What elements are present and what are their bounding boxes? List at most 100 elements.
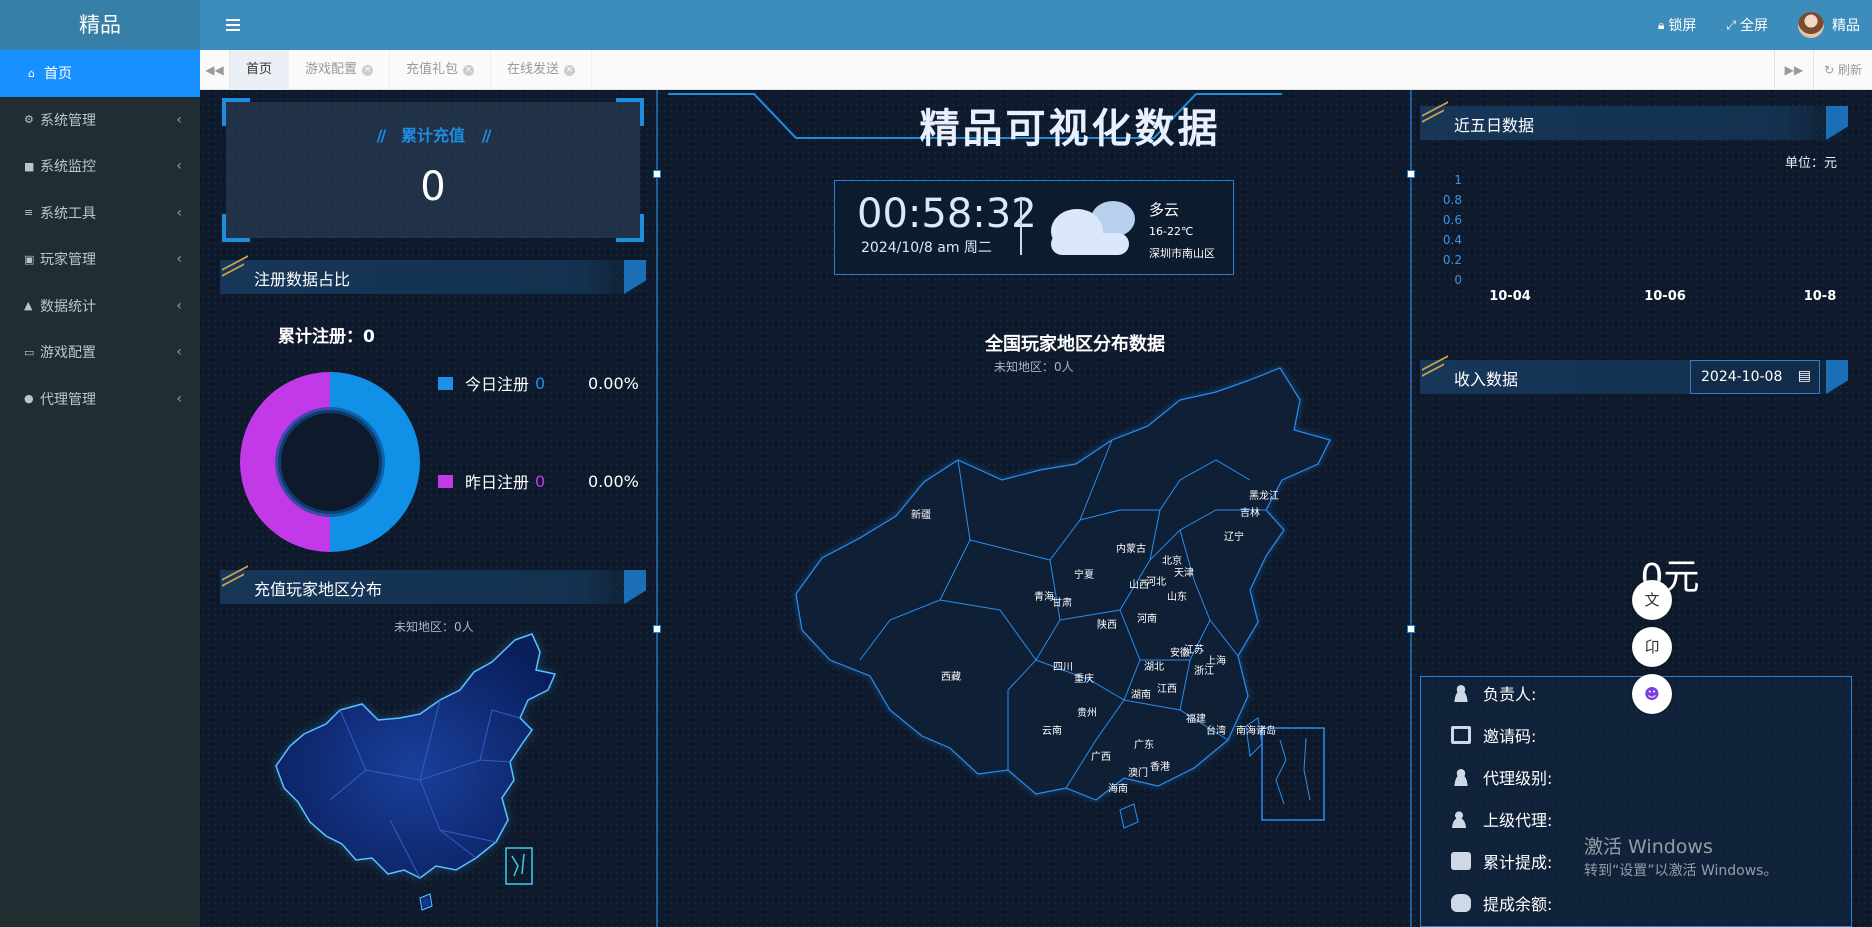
resize-handle[interactable] — [1407, 625, 1415, 633]
tab-game-config[interactable]: 游戏配置 × — [289, 50, 391, 90]
home-icon: ⌂ — [28, 66, 35, 80]
weather-location: 深圳市南山区 — [1149, 247, 1215, 260]
clock-date: 2024/10/8 am 周二 — [861, 240, 992, 256]
province-label: 广西 — [1091, 752, 1111, 763]
menu-toggle-icon[interactable] — [226, 16, 240, 34]
province-label: 辽宁 — [1224, 532, 1244, 543]
y-tick-label: 0 — [1454, 273, 1462, 287]
province-label: 西藏 — [941, 672, 961, 683]
agent-row-total-commission: 累计提成: — [1451, 849, 1552, 873]
gear-icon: ⚙ — [24, 113, 34, 127]
province-label: 天津 — [1174, 568, 1194, 579]
users-icon: ● — [24, 392, 34, 406]
y-tick-label: 0.4 — [1443, 233, 1462, 247]
y-tick-label: 0.8 — [1443, 193, 1462, 207]
refresh-button[interactable]: ↻ 刷新 — [1813, 50, 1872, 90]
top-bar: 精品 🔒︎ 锁屏 ⤢ 全屏 精品 — [0, 0, 1872, 50]
province-label: 黑龙江 — [1249, 491, 1279, 502]
register-total: 累计注册：0 — [278, 327, 375, 347]
y-tick-label: 0.6 — [1443, 213, 1462, 227]
sidebar-item-agent-management[interactable]: ● 代理管理 ‹ — [0, 376, 200, 423]
weather-temperature: 16-22℃ — [1149, 225, 1194, 238]
y-tick-label: 1 — [1454, 173, 1462, 187]
province-label: 湖北 — [1144, 662, 1164, 673]
user-name: 精品 — [1832, 18, 1860, 34]
province-label: 海南 — [1108, 784, 1128, 795]
tab-home[interactable]: 首页 — [230, 50, 290, 90]
resize-handle[interactable] — [653, 170, 661, 178]
area-chart-icon: ▲ — [24, 299, 33, 313]
chevron-left-icon: ‹ — [176, 204, 182, 221]
resize-handle[interactable] — [653, 625, 661, 633]
province-label: 重庆 — [1074, 674, 1094, 685]
video-camera-icon: ■ — [24, 159, 35, 173]
province-label: 宁夏 — [1074, 570, 1094, 581]
user-key-icon — [1451, 810, 1471, 828]
agent-row-level: 代理级别: — [1451, 765, 1552, 789]
clock-time: 00:58:32 — [857, 191, 1037, 237]
y-tick-label: 0.2 — [1443, 253, 1462, 267]
sidebar-item-home[interactable]: ⌂ 首页 — [0, 50, 200, 97]
tab-online-send[interactable]: 在线发送 × — [491, 50, 593, 90]
tabs-scroll-left-icon[interactable]: ◀◀ — [200, 50, 230, 90]
bars-icon: ≡ — [24, 206, 34, 220]
five-day-header: 近五日数据 — [1420, 101, 1848, 140]
user-level-icon — [1451, 768, 1471, 786]
user-menu[interactable]: 精品 — [1798, 12, 1860, 38]
reader-icon[interactable]: 卬 — [1632, 627, 1672, 667]
province-label: 陕西 — [1097, 620, 1117, 631]
province-label: 湖南 — [1131, 690, 1151, 701]
tabs-scroll-right-icon[interactable]: ▶▶ — [1773, 50, 1813, 90]
register-donut-chart — [240, 372, 420, 552]
sidebar-item-player-management[interactable]: ▣ 玩家管理 ‹ — [0, 236, 200, 283]
x-tick-label: 10-04 — [1489, 289, 1531, 300]
agent-row-commission-balance: 提成余额: — [1451, 891, 1552, 915]
windows-watermark-subtitle: 转到“设置”以激活 Windows。 — [1584, 863, 1778, 879]
chevron-left-icon: ‹ — [176, 158, 182, 175]
x-tick-label: 10-8 — [1804, 289, 1837, 300]
chevron-left-icon: ‹ — [176, 251, 182, 268]
sidebar-item-system-tools[interactable]: ≡ 系统工具 ‹ — [0, 190, 200, 237]
lock-icon: 🔒︎ — [1658, 17, 1665, 32]
lock-screen-button[interactable]: 🔒︎ 锁屏 — [1658, 15, 1696, 35]
province-label: 南海诸岛 — [1236, 726, 1276, 737]
brand-logo[interactable]: 精品 — [0, 0, 200, 50]
close-icon[interactable]: × — [564, 64, 576, 76]
desktop-icon: ▭ — [24, 345, 35, 359]
clock-weather-panel: 00:58:32 2024/10/8 am 周二 多云 16-22℃ 深圳市南山… — [834, 180, 1234, 275]
sidebar-item-system-monitor[interactable]: ■ 系统监控 ‹ — [0, 143, 200, 190]
recharge-china-map — [275, 633, 557, 911]
agent-info-panel: 负责人: 邀请码: 代理级别: 上级代理: 累计提成: 提成余额: — [1420, 676, 1852, 927]
close-icon[interactable]: × — [362, 64, 374, 76]
agent-row-manager: 负责人: — [1451, 681, 1536, 705]
copy-icon — [1451, 726, 1471, 744]
province-label: 江西 — [1157, 684, 1177, 695]
five-day-chart: 1 0.8 0.6 0.4 0.2 0 10-04 10-06 10-8 — [1443, 173, 1837, 300]
province-label: 青海 — [1034, 592, 1054, 603]
tab-recharge-gift[interactable]: 充值礼包 × — [390, 50, 492, 90]
sidebar-item-system-management[interactable]: ⚙ 系统管理 ‹ — [0, 97, 200, 144]
province-label: 四川 — [1053, 662, 1073, 673]
translate-icon[interactable]: 文 — [1632, 580, 1672, 620]
fullscreen-button[interactable]: ⤢ 全屏 — [1726, 15, 1768, 35]
province-label: 内蒙古 — [1116, 544, 1146, 555]
dashboard: // 累计充值 // 0 注册数据占比 累计注册：0 今日注册 0 0.00% … — [200, 90, 1872, 927]
assistant-icon[interactable]: ☻ — [1632, 674, 1672, 714]
province-label: 河北 — [1146, 577, 1166, 588]
chevron-left-icon: ‹ — [176, 111, 182, 128]
user-card-icon: ▣ — [24, 252, 35, 266]
province-label: 贵州 — [1077, 708, 1097, 719]
expand-icon: ⤢ — [1726, 17, 1736, 32]
close-icon[interactable]: × — [463, 64, 475, 76]
player-map-title: 全国玩家地区分布数据 — [985, 334, 1165, 355]
resize-handle[interactable] — [1407, 170, 1415, 178]
sidebar: ⌂ 首页 ⚙ 系统管理 ‹ ■ 系统监控 ‹ ≡ 系统工具 ‹ ▣ 玩家管理 ‹… — [0, 50, 200, 927]
province-label: 福建 — [1186, 714, 1206, 725]
income-date-picker[interactable]: 2024-10-08 ▤ — [1690, 360, 1820, 394]
calendar-icon[interactable]: ▤ — [1798, 368, 1811, 384]
sidebar-item-game-config[interactable]: ▭ 游戏配置 ‹ — [0, 329, 200, 376]
province-label: 新疆 — [911, 510, 931, 521]
total-recharge-value: 0 — [420, 164, 446, 210]
agent-row-parent-agent: 上级代理: — [1451, 807, 1552, 831]
sidebar-item-statistics[interactable]: ▲ 数据统计 ‹ — [0, 283, 200, 330]
